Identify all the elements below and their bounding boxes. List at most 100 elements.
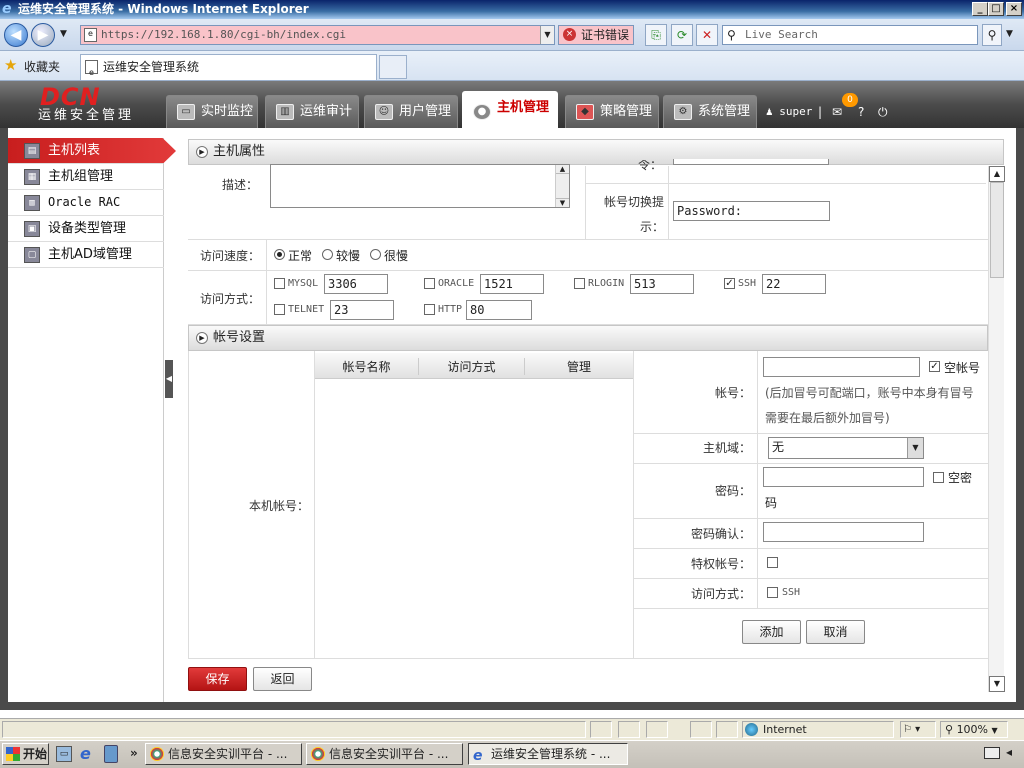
cert-error-button[interactable]: × 证书错误: [558, 25, 634, 45]
start-button[interactable]: 开始: [2, 743, 49, 765]
account-ssh-checkbox[interactable]: [767, 587, 778, 598]
account-hint-line1: (后加冒号可配端口，账号中本身有冒号: [765, 386, 974, 400]
account-input[interactable]: [763, 357, 920, 377]
app-quicklaunch-icon[interactable]: [104, 745, 118, 763]
telnet-label: TELNET: [288, 304, 325, 315]
taskbar-item[interactable]: 信息安全实训平台 - ...: [306, 743, 463, 765]
nav-tab-policy-management[interactable]: ◆ 策略管理: [565, 95, 659, 128]
nav-tab-user-management[interactable]: ☺ 用户管理: [364, 95, 458, 128]
speed-very-slow-radio[interactable]: [370, 249, 381, 260]
status-text-area: [2, 721, 586, 738]
description-label: 描述：: [221, 178, 258, 192]
empty-password-checkbox[interactable]: [933, 472, 944, 483]
mysql-port-input[interactable]: 3306: [324, 274, 388, 294]
taskbar-item[interactable]: e 运维安全管理系统 - ...: [468, 743, 628, 765]
sidebar-item-host-group[interactable]: ▦ 主机组管理: [8, 164, 164, 190]
divider: [668, 166, 669, 240]
scroll-thumb[interactable]: [990, 182, 1004, 278]
password-label: 密码：: [714, 484, 751, 498]
current-user[interactable]: ♟ super: [766, 105, 812, 118]
chevron-down-icon[interactable]: ▼: [907, 438, 923, 458]
logout-icon[interactable]: ⏻: [878, 105, 888, 120]
scroll-up-icon[interactable]: ▲: [989, 166, 1005, 182]
speed-slow-radio[interactable]: [322, 249, 333, 260]
divider: [634, 518, 989, 519]
keyboard-icon[interactable]: [984, 747, 1000, 759]
mail-icon[interactable]: ✉: [832, 105, 842, 119]
history-dropdown-icon[interactable]: ▼: [60, 29, 67, 39]
speed-normal-radio[interactable]: [274, 249, 285, 260]
oracle-port-input[interactable]: 1521: [480, 274, 544, 294]
save-button[interactable]: 保存: [188, 667, 247, 691]
browser-tab[interactable]: e 运维安全管理系统: [80, 54, 377, 80]
sidebar-item-host-list[interactable]: ▤ 主机列表: [8, 138, 176, 164]
search-options-icon[interactable]: ▼: [1006, 29, 1013, 39]
expand-arrow-icon: ▶: [196, 332, 208, 344]
rlogin-checkbox[interactable]: [574, 278, 585, 289]
account-settings-header[interactable]: ▶ 帐号设置: [188, 325, 988, 351]
stop-icon[interactable]: ✕: [696, 24, 718, 46]
scroll-down-icon[interactable]: ▼: [556, 198, 569, 207]
status-cell: [716, 721, 738, 738]
rlogin-port-input[interactable]: 513: [630, 274, 694, 294]
http-port-input[interactable]: 80: [466, 300, 532, 320]
quicklaunch-more-icon[interactable]: »: [130, 746, 138, 760]
clipped-input[interactable]: [673, 159, 829, 165]
sidebar-item-device-type[interactable]: ▣ 设备类型管理: [8, 216, 164, 242]
empty-account-checkbox[interactable]: ✓: [929, 361, 940, 372]
password-confirm-input[interactable]: [763, 522, 924, 542]
volume-icon[interactable]: ◂: [1006, 745, 1012, 759]
textarea-scrollbar[interactable]: ▲ ▼: [555, 165, 569, 207]
scroll-up-icon[interactable]: ▲: [556, 165, 569, 174]
compat-view-icon[interactable]: ⎘: [645, 24, 667, 46]
nav-tab-realtime-monitor[interactable]: ▭ 实时监控: [166, 95, 258, 128]
close-window-button[interactable]: ×: [1006, 2, 1022, 16]
protected-mode-icon[interactable]: ⚐ ▾: [900, 721, 936, 738]
forward-nav-button[interactable]: ▶: [31, 23, 55, 47]
password-input[interactable]: [763, 467, 924, 487]
sidebar-item-ad-domain[interactable]: ▢ 主机AD域管理: [8, 242, 164, 268]
mysql-checkbox[interactable]: [274, 278, 285, 289]
search-input[interactable]: Live Search: [722, 25, 978, 45]
nav-tab-host-management[interactable]: ● 主机管理: [462, 91, 558, 129]
address-dropdown-icon[interactable]: ▼: [540, 26, 554, 44]
ssh-port-input[interactable]: 22: [762, 274, 826, 294]
address-input[interactable]: https://192.168.1.80/cgi-bh/index.cgi: [80, 25, 555, 45]
nav-tab-audit[interactable]: ▥ 运维审计: [265, 95, 359, 128]
telnet-port-input[interactable]: 23: [330, 300, 394, 320]
zoom-control[interactable]: ⚲ 100% ▼: [940, 721, 1008, 738]
new-tab-button[interactable]: [379, 55, 407, 79]
ssh-checkbox[interactable]: ✓: [724, 278, 735, 289]
cancel-account-button[interactable]: 取消: [806, 620, 865, 644]
sidebar-item-label: 设备类型管理: [48, 221, 127, 236]
main-scrollbar[interactable]: ▲ ▼: [988, 166, 1005, 692]
taskbar-item[interactable]: 信息安全实训平台 - ...: [145, 743, 302, 765]
minimize-button[interactable]: _: [972, 2, 988, 16]
section-title: 主机属性: [213, 144, 266, 159]
favorites-button[interactable]: 收藏夹: [24, 58, 60, 75]
start-label: 开始: [23, 747, 48, 761]
add-account-button[interactable]: 添加: [742, 620, 801, 644]
nav-tab-system-management[interactable]: ⚙ 系统管理: [663, 95, 757, 128]
oracle-checkbox[interactable]: [424, 278, 435, 289]
back-nav-button[interactable]: ◀: [4, 23, 28, 47]
database-icon: ▥: [24, 195, 40, 211]
sidebar-collapse-handle[interactable]: ◀: [165, 360, 173, 398]
switch-hint-input[interactable]: Password:: [673, 201, 830, 221]
search-go-icon[interactable]: ⚲: [982, 24, 1002, 46]
scroll-down-icon[interactable]: ▼: [989, 676, 1005, 692]
ie-quicklaunch-icon[interactable]: e: [80, 744, 91, 763]
help-icon[interactable]: ?: [858, 105, 864, 119]
show-desktop-icon[interactable]: ▭: [56, 746, 72, 762]
http-checkbox[interactable]: [424, 304, 435, 315]
telnet-checkbox[interactable]: [274, 304, 285, 315]
back-button[interactable]: 返回: [253, 667, 312, 691]
host-icon: ●: [473, 104, 491, 120]
privileged-account-checkbox[interactable]: [767, 557, 778, 568]
description-textarea[interactable]: ▲ ▼: [270, 164, 570, 208]
column-header-access-method: 访问方式: [419, 358, 525, 375]
maximize-button[interactable]: □: [988, 2, 1004, 16]
refresh-icon[interactable]: ⟳: [671, 24, 693, 46]
host-domain-select[interactable]: 无 ▼: [768, 437, 924, 459]
sidebar-item-oracle-rac[interactable]: ▥ Oracle RAC: [8, 190, 164, 216]
